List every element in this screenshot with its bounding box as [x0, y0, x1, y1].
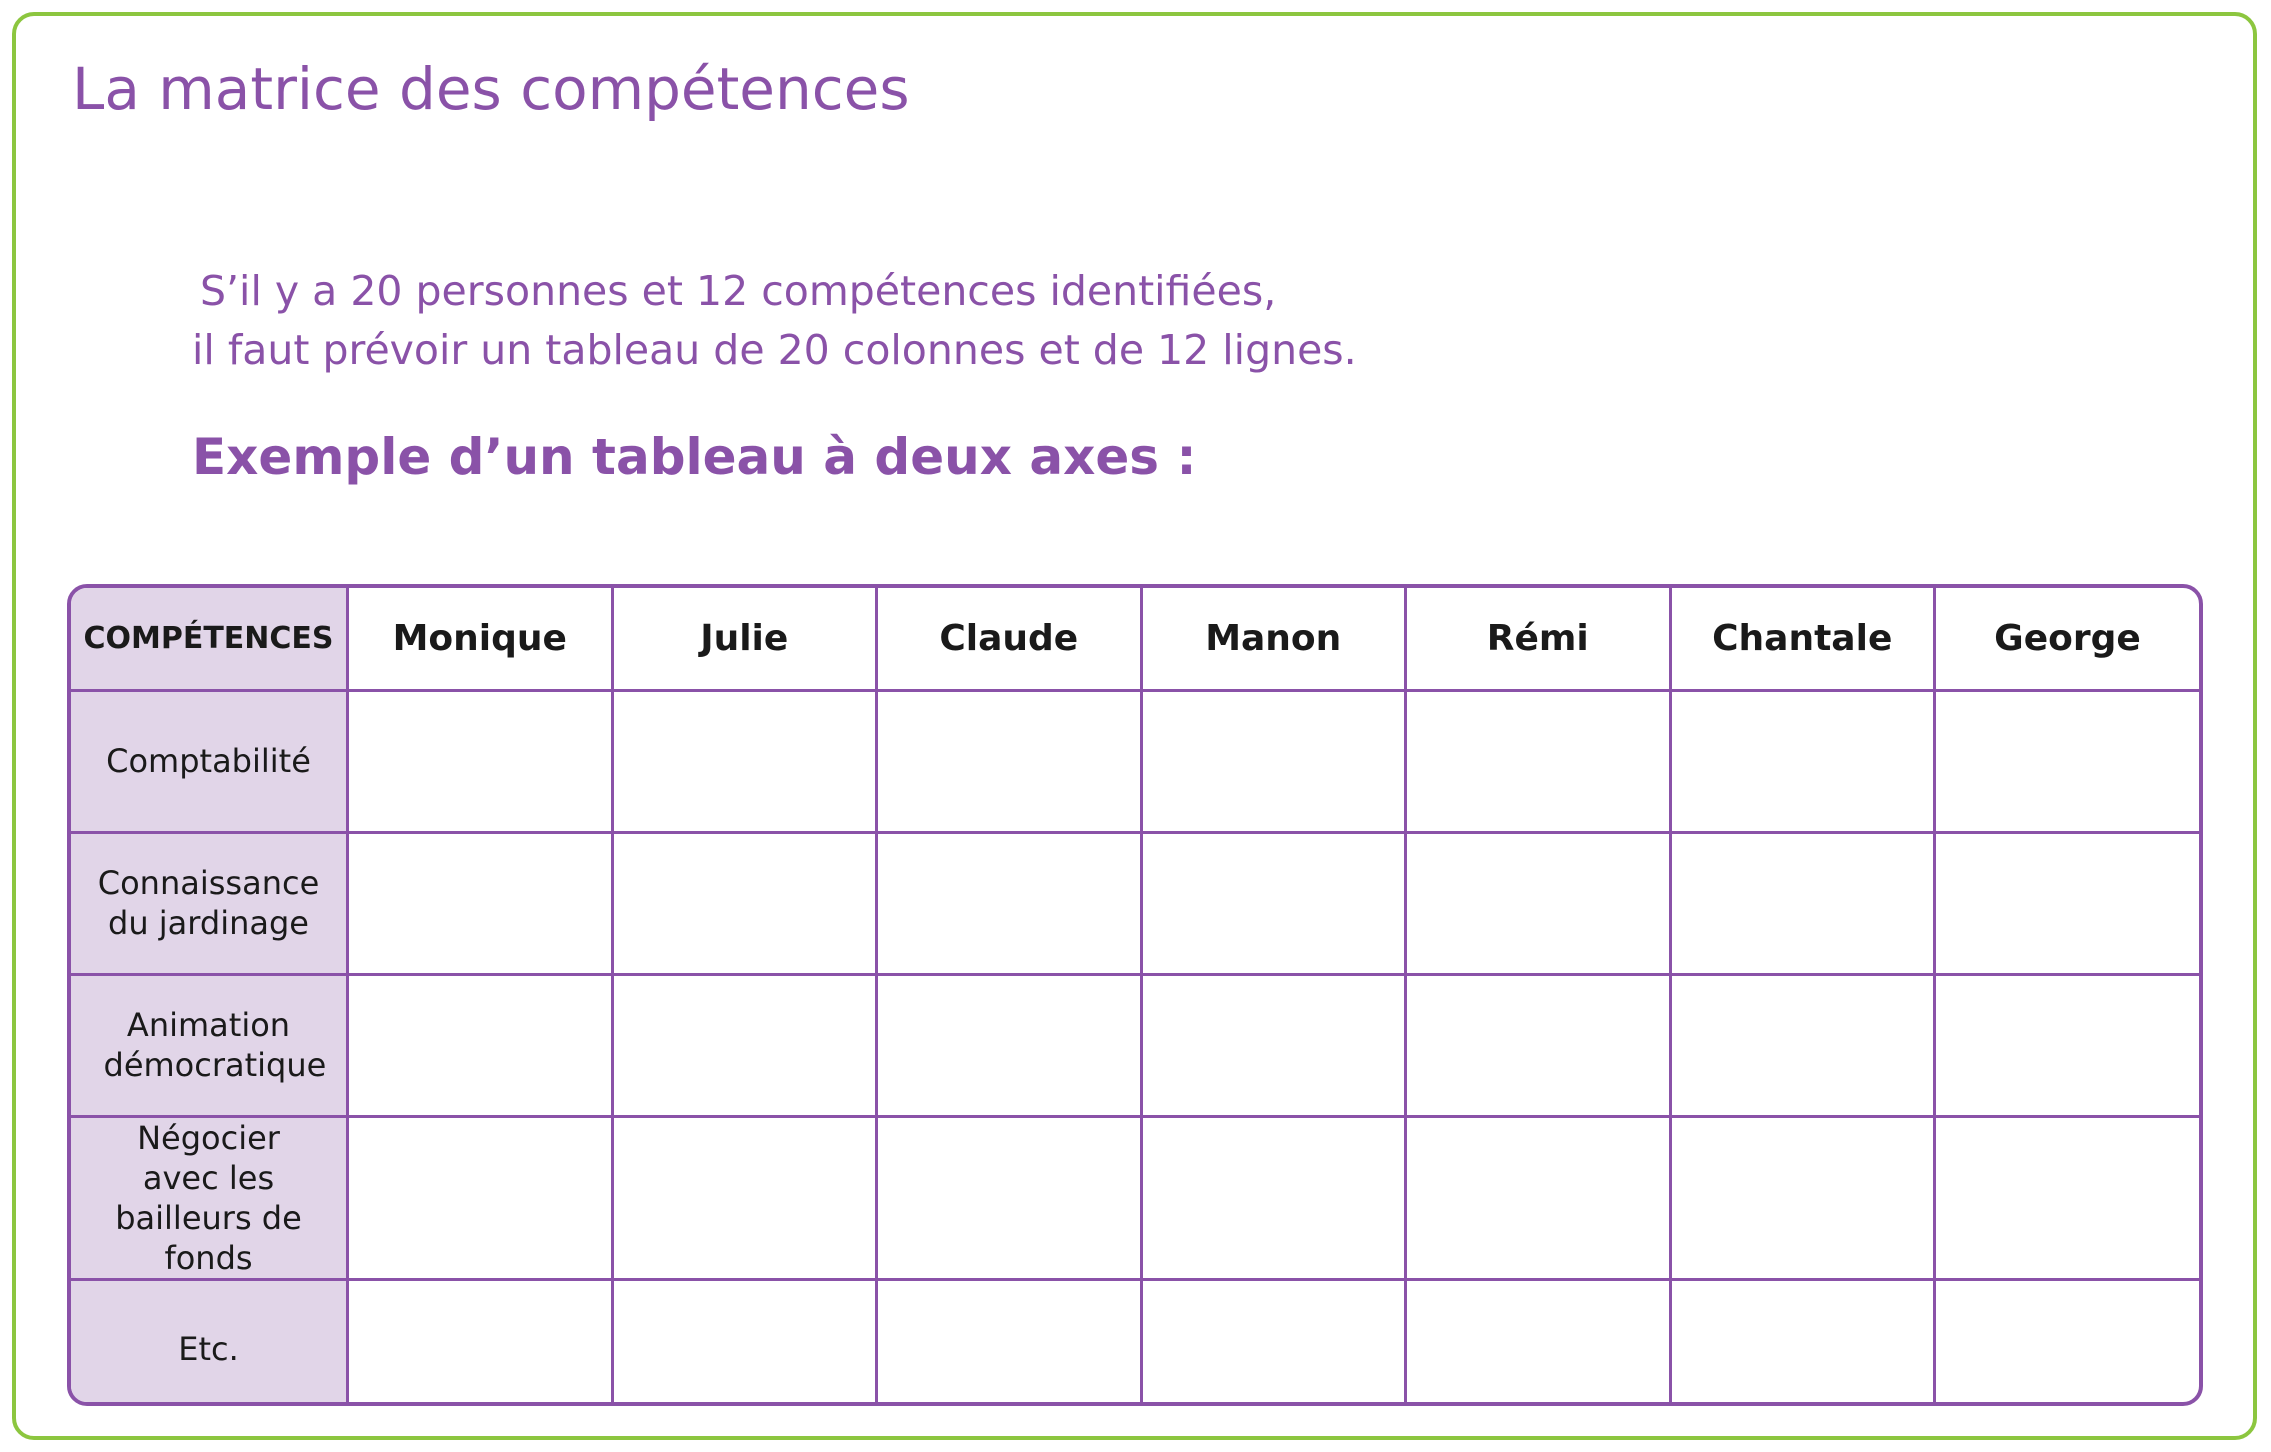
row-header-negocier: Négocier avec les bailleurs de fonds: [71, 1114, 349, 1281]
matrix-cell: [1139, 830, 1407, 976]
column-header-julie: Julie: [610, 588, 878, 692]
table-row: Négocier avec les bailleurs de fonds: [71, 1114, 2199, 1281]
skills-matrix: COMPÉTENCES Monique Julie Claude Manon R…: [67, 584, 2203, 1406]
matrix-cell: [1668, 830, 1936, 976]
intro-text: S’il y a 20 personnes et 12 compétences …: [192, 262, 1357, 380]
column-header-chantale: Chantale: [1668, 588, 1936, 692]
matrix-cell: [1668, 688, 1936, 834]
matrix-cell: [1933, 1114, 2199, 1281]
matrix-cell: [1668, 1114, 1936, 1281]
matrix-cell: [1668, 1277, 1936, 1402]
matrix-cell: [1933, 830, 2199, 976]
matrix-cell: [1404, 1114, 1672, 1281]
row-header-jardinage-label: Connaissance du jardinage: [97, 864, 320, 942]
skills-matrix-table: COMPÉTENCES Monique Julie Claude Manon R…: [71, 588, 2199, 1402]
matrix-cell: [1139, 972, 1407, 1118]
table-row: Comptabilité: [71, 688, 2199, 834]
matrix-cell: [875, 1114, 1143, 1281]
table-row: Etc.: [71, 1277, 2199, 1402]
row-header-jardinage: Connaissance du jardinage: [71, 830, 349, 976]
column-header-george: George: [1933, 588, 2199, 692]
matrix-cell: [1933, 1277, 2199, 1402]
matrix-cell: [1933, 972, 2199, 1118]
row-header-animation: Animation démocratique: [71, 972, 349, 1118]
column-header-monique: Monique: [346, 588, 614, 692]
matrix-cell: [1139, 1114, 1407, 1281]
column-header-manon: Manon: [1139, 588, 1407, 692]
column-header-remi: Rémi: [1404, 588, 1672, 692]
header-row: COMPÉTENCES Monique Julie Claude Manon R…: [71, 588, 2199, 692]
row-header-negocier-label: Négocier avec les bailleurs de fonds: [115, 1118, 302, 1277]
matrix-cell: [1139, 688, 1407, 834]
intro-line-1: S’il y a 20 personnes et 12 compétences …: [200, 267, 1277, 315]
corner-header: COMPÉTENCES: [71, 588, 349, 692]
matrix-cell: [346, 830, 614, 976]
matrix-cell: [1139, 1277, 1407, 1402]
matrix-cell: [610, 688, 878, 834]
matrix-cell: [610, 1114, 878, 1281]
row-header-etc: Etc.: [71, 1277, 349, 1402]
intro-line-2: il faut prévoir un tableau de 20 colonne…: [192, 326, 1357, 374]
matrix-cell: [1933, 688, 2199, 834]
page-title: La matrice des compétences: [72, 55, 910, 123]
matrix-cell: [346, 1277, 614, 1402]
matrix-cell: [1404, 830, 1672, 976]
matrix-cell: [346, 972, 614, 1118]
matrix-cell: [346, 1114, 614, 1281]
matrix-cell: [1404, 1277, 1672, 1402]
matrix-cell: [346, 688, 614, 834]
matrix-cell: [610, 1277, 878, 1402]
matrix-cell: [875, 972, 1143, 1118]
matrix-cell: [875, 1277, 1143, 1402]
row-header-animation-label: Animation démocratique: [103, 1006, 327, 1084]
matrix-cell: [1404, 972, 1672, 1118]
column-header-claude: Claude: [875, 588, 1143, 692]
row-header-comptabilite: Comptabilité: [71, 688, 349, 834]
matrix-cell: [1404, 688, 1672, 834]
matrix-cell: [875, 830, 1143, 976]
matrix-cell: [1668, 972, 1936, 1118]
table-row: Animation démocratique: [71, 972, 2199, 1118]
matrix-cell: [610, 830, 878, 976]
table-row: Connaissance du jardinage: [71, 830, 2199, 976]
matrix-cell: [875, 688, 1143, 834]
matrix-cell: [610, 972, 878, 1118]
example-subtitle: Exemple d’un tableau à deux axes :: [192, 428, 1197, 486]
